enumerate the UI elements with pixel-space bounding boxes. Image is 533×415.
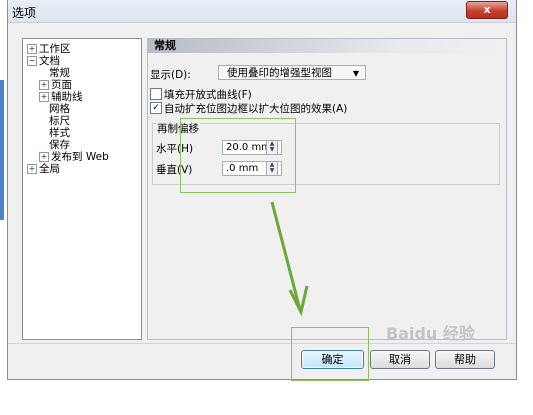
tree-item-page[interactable]: + 页面 — [39, 79, 72, 91]
tree-item-general[interactable]: 常规 — [49, 67, 70, 79]
expand-icon[interactable]: + — [39, 80, 49, 90]
expand-icon[interactable]: + — [39, 152, 49, 162]
tree-item-workspace[interactable]: + 工作区 — [27, 43, 71, 55]
display-select-value: 使用叠印的增强型视图 — [227, 67, 332, 79]
window-title: 选项 — [12, 6, 37, 20]
ok-annotation-frame — [291, 327, 369, 381]
tree-item-grid[interactable]: 网格 — [49, 103, 70, 115]
panel-header: 常规 — [148, 39, 506, 53]
tree-item-guidelines[interactable]: + 辅助线 — [39, 91, 83, 103]
fill-open-curves-checkbox[interactable] — [150, 88, 162, 100]
tree-item-label: 工作区 — [39, 43, 71, 55]
expand-icon[interactable]: + — [27, 44, 37, 54]
tree-item-label: 网格 — [49, 103, 70, 115]
options-tree[interactable]: + 工作区 − 文档 常规 + 页面 + 辅助线 网格 标尺 样式 保存 + 发布到 We… — [22, 38, 142, 340]
tree-item-document[interactable]: − 文档 — [27, 55, 60, 67]
tree-item-label: 标尺 — [49, 115, 70, 127]
expand-icon[interactable]: + — [39, 92, 49, 102]
display-label: 显示(D): — [150, 69, 191, 81]
tree-item-label: 全局 — [39, 163, 60, 175]
tree-item-styles[interactable]: 样式 — [49, 127, 70, 139]
display-select[interactable]: 使用叠印的增强型视图 ▼ — [218, 65, 366, 80]
fill-open-curves-label: 填充开放式曲线(F) — [164, 89, 252, 101]
tree-item-label: 样式 — [49, 127, 70, 139]
tree-item-publish-web[interactable]: + 发布到 Web — [39, 151, 109, 163]
tree-item-save[interactable]: 保存 — [49, 139, 70, 151]
title-bar: 选项 x — [8, 0, 516, 23]
close-button[interactable]: x — [466, 1, 508, 19]
collapse-icon[interactable]: − — [27, 56, 37, 66]
tree-item-label: 页面 — [51, 79, 72, 91]
watermark: Baidu 经验 — [386, 324, 475, 343]
tree-item-label: 保存 — [49, 139, 70, 151]
expand-icon[interactable]: + — [27, 164, 37, 174]
auto-extend-bitmap-checkbox[interactable]: ✓ — [150, 102, 162, 114]
offset-annotation-frame — [180, 118, 296, 193]
tree-item-global[interactable]: + 全局 — [27, 163, 60, 175]
annotation-arrow — [270, 201, 309, 317]
tree-item-rulers[interactable]: 标尺 — [49, 115, 70, 127]
tree-item-label: 发布到 Web — [51, 151, 109, 163]
tree-item-label: 文档 — [39, 55, 60, 67]
chevron-down-icon: ▼ — [352, 69, 359, 78]
window-edge-accent — [0, 80, 4, 220]
auto-extend-bitmap-label: 自动扩充位图边框以扩大位图的效果(A) — [164, 103, 348, 115]
tree-item-label: 常规 — [49, 67, 70, 79]
tree-item-label: 辅助线 — [51, 91, 83, 103]
